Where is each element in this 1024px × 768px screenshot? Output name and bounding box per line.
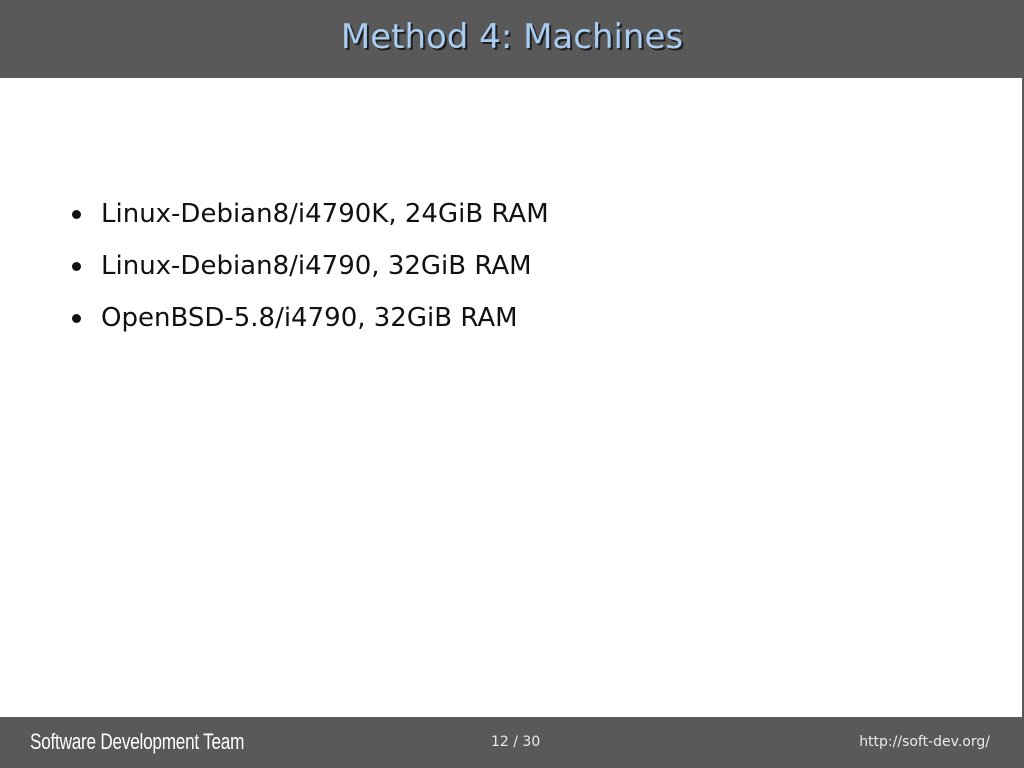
page-indicator: 12 / 30 xyxy=(491,734,541,750)
footer-brand: Software Development Team xyxy=(30,729,245,754)
bullet-text: Linux-Debian8/i4790, 32GiB RAM xyxy=(101,251,532,281)
bullet-icon xyxy=(72,209,81,219)
bullet-item: Linux-Debian8/i4790, 32GiB RAM xyxy=(72,240,549,292)
slide-header: Method 4: Machines xyxy=(0,0,1024,78)
bullet-text: OpenBSD-5.8/i4790, 32GiB RAM xyxy=(101,303,518,333)
slide: Method 4: Machines Linux-Debian8/i4790K,… xyxy=(0,0,1024,768)
bullet-item: OpenBSD-5.8/i4790, 32GiB RAM xyxy=(72,292,549,344)
bullet-text: Linux-Debian8/i4790K, 24GiB RAM xyxy=(101,199,549,229)
bullet-icon xyxy=(72,261,81,271)
bullet-list: Linux-Debian8/i4790K, 24GiB RAM Linux-De… xyxy=(72,188,549,344)
slide-title: Method 4: Machines xyxy=(340,17,684,57)
footer-url-link[interactable]: http://soft-dev.org/ xyxy=(859,734,990,750)
bullet-item: Linux-Debian8/i4790K, 24GiB RAM xyxy=(72,188,549,240)
bullet-icon xyxy=(72,313,81,323)
slide-footer: Software Development Team 12 / 30 http:/… xyxy=(0,717,1024,768)
